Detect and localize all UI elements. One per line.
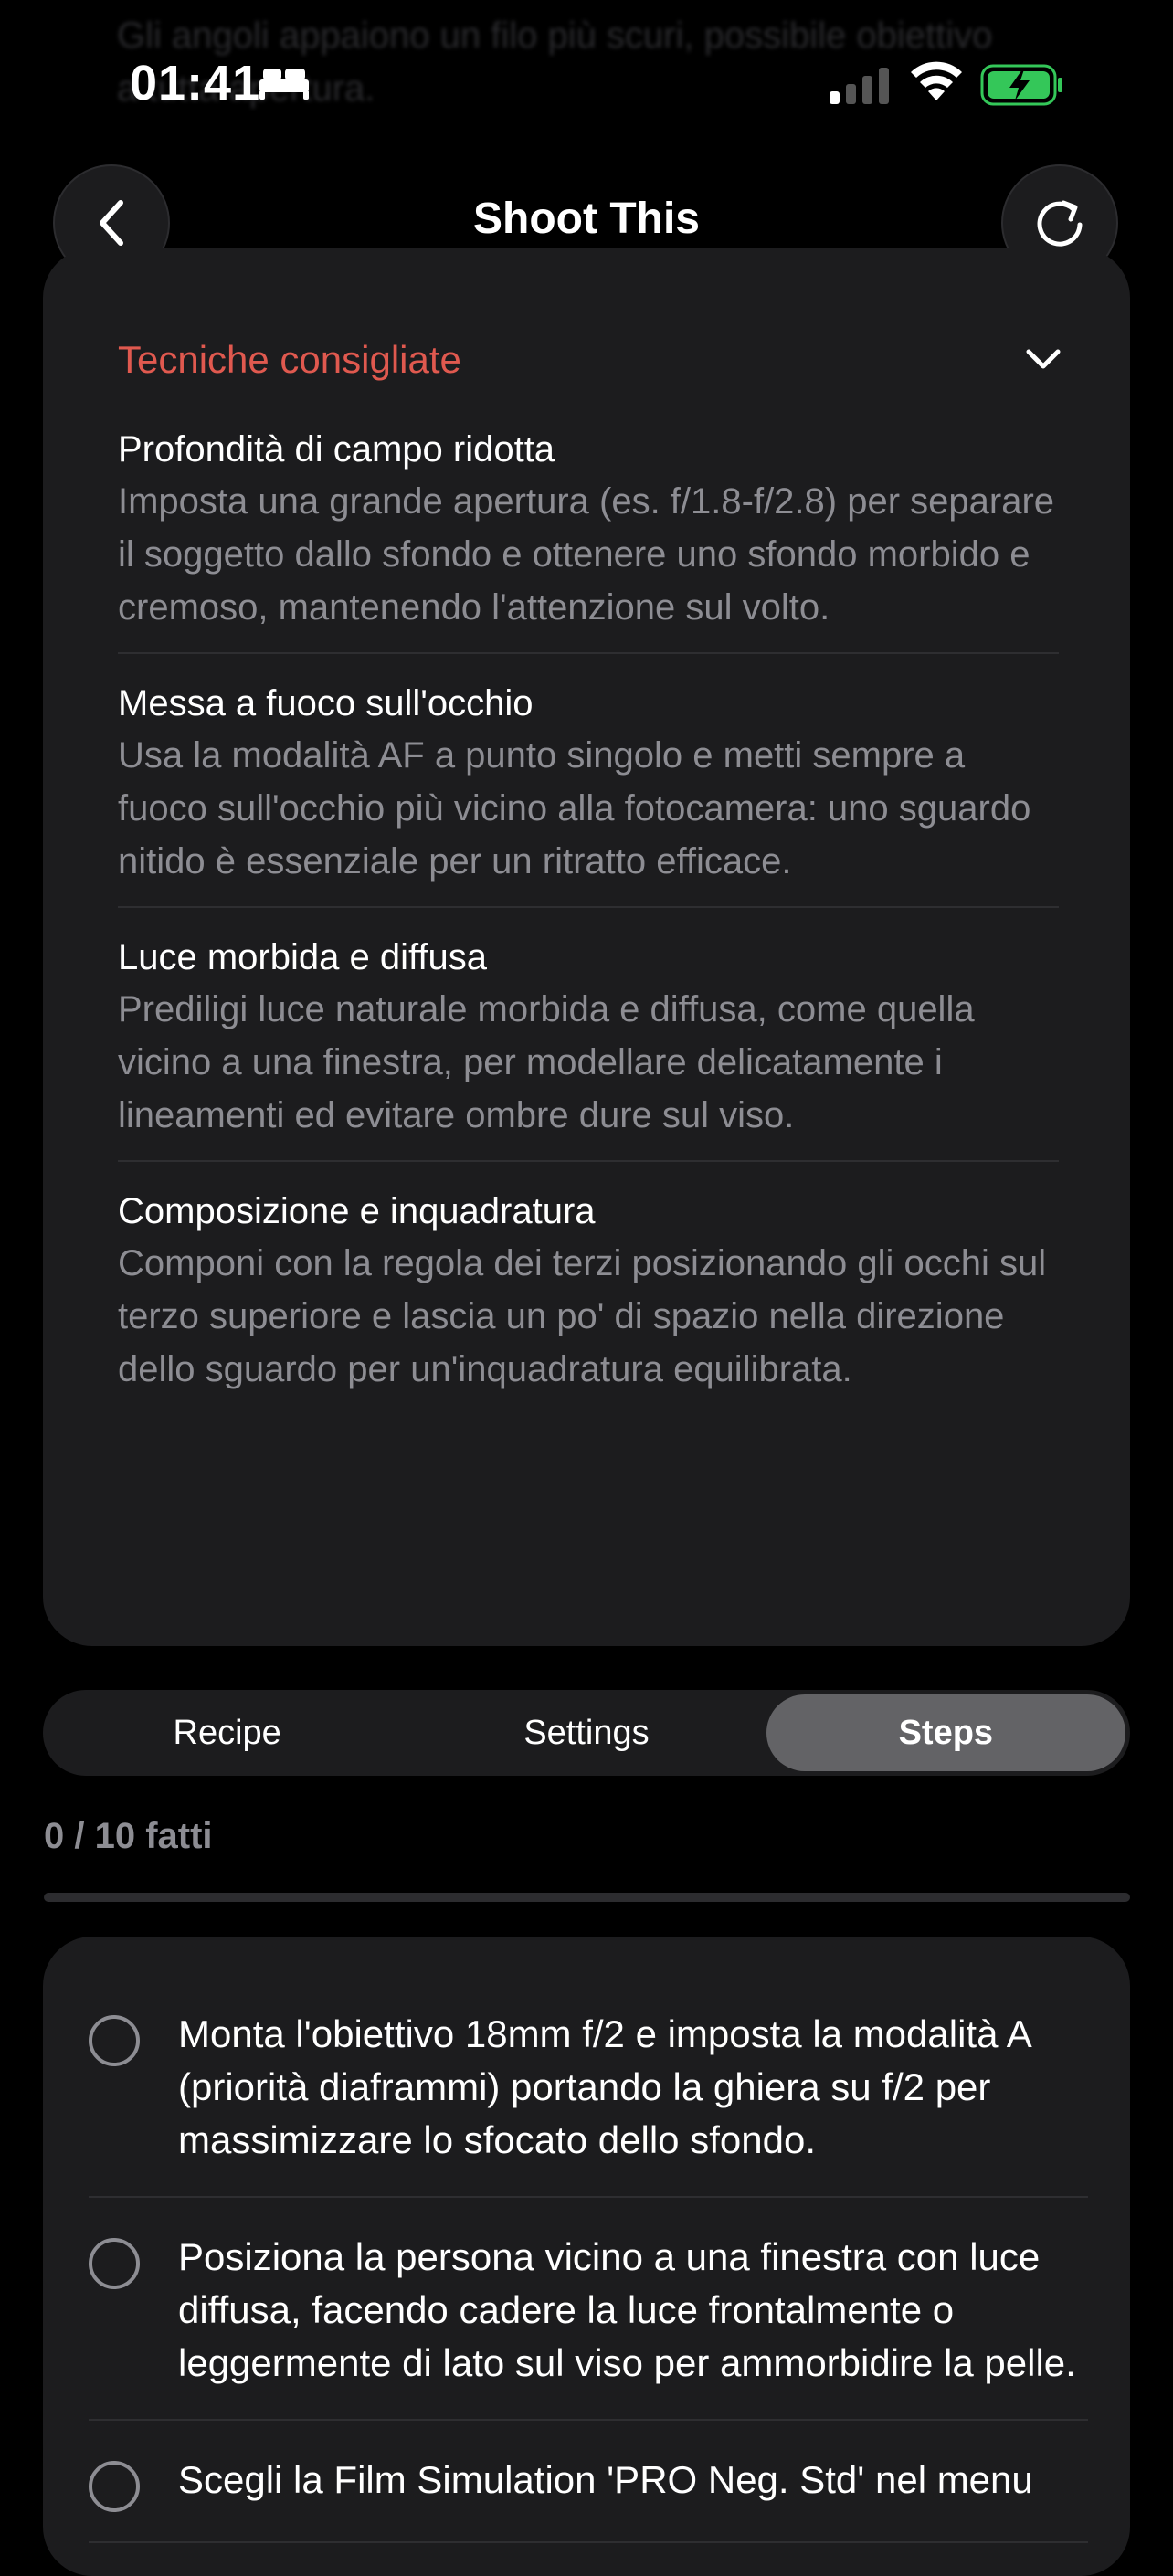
step-text: Scegli la Film Simulation 'PRO Neg. Std'… bbox=[178, 2458, 1033, 2501]
technique-description: Usa la modalità AF a punto singolo e met… bbox=[118, 735, 1031, 882]
battery-charging-icon bbox=[980, 64, 1062, 106]
refresh-icon bbox=[1037, 200, 1083, 247]
wifi-icon bbox=[911, 61, 962, 100]
step-checkbox[interactable] bbox=[89, 2461, 140, 2512]
technique-description: Imposta una grande apertura (es. f/1.8-f… bbox=[118, 481, 1055, 628]
chevron-down-icon[interactable] bbox=[1026, 349, 1061, 371]
technique-item: Composizione e inquadratura Componi con … bbox=[118, 1186, 1059, 1414]
sleep-focus-icon bbox=[259, 69, 309, 100]
technique-title: Luce morbida e diffusa bbox=[118, 937, 487, 977]
techniques-list: Profondità di campo ridotta Imposta una … bbox=[118, 424, 1059, 1414]
step-checkbox[interactable] bbox=[89, 2238, 140, 2289]
page-title: Shoot This bbox=[473, 195, 700, 243]
step-item[interactable]: Scegli la Film Simulation 'PRO Neg. Std'… bbox=[89, 2454, 1088, 2543]
cellular-signal-icon bbox=[830, 68, 889, 104]
technique-item: Messa a fuoco sull'occhio Usa la modalit… bbox=[118, 678, 1059, 908]
technique-item: Luce morbida e diffusa Prediligi luce na… bbox=[118, 932, 1059, 1162]
technique-title: Composizione e inquadratura bbox=[118, 1191, 596, 1231]
techniques-header-label: Tecniche consigliate bbox=[118, 338, 461, 381]
status-bar: 01:41 bbox=[0, 0, 1173, 174]
progress-bar bbox=[44, 1893, 1130, 1902]
steps-card: Monta l'obiettivo 18mm f/2 e imposta la … bbox=[43, 1937, 1130, 2576]
tab-steps[interactable]: Steps bbox=[766, 1694, 1125, 1771]
step-checkbox[interactable] bbox=[89, 2015, 140, 2066]
step-text: Monta l'obiettivo 18mm f/2 e imposta la … bbox=[178, 2012, 1030, 2161]
technique-title: Messa a fuoco sull'occhio bbox=[118, 683, 534, 723]
technique-description: Componi con la regola dei terzi posizion… bbox=[118, 1243, 1047, 1389]
techniques-header[interactable]: Tecniche consigliate bbox=[118, 333, 1061, 387]
technique-title: Profondità di campo ridotta bbox=[118, 429, 555, 470]
step-text: Posiziona la persona vicino a una finest… bbox=[178, 2235, 1076, 2384]
tab-settings[interactable]: Settings bbox=[407, 1694, 766, 1771]
segmented-control: Recipe Settings Steps bbox=[43, 1690, 1130, 1776]
step-item[interactable]: Monta l'obiettivo 18mm f/2 e imposta la … bbox=[89, 2008, 1088, 2198]
progress-label: 0 / 10 fatti bbox=[44, 1816, 213, 1856]
status-time: 01:41 bbox=[130, 56, 261, 111]
technique-item: Profondità di campo ridotta Imposta una … bbox=[118, 424, 1059, 654]
tab-recipe[interactable]: Recipe bbox=[48, 1694, 407, 1771]
step-item[interactable]: Posiziona la persona vicino a una finest… bbox=[89, 2231, 1088, 2421]
technique-description: Prediligi luce naturale morbida e diffus… bbox=[118, 989, 975, 1135]
techniques-card: Tecniche consigliate Profondità di campo… bbox=[43, 248, 1130, 1646]
